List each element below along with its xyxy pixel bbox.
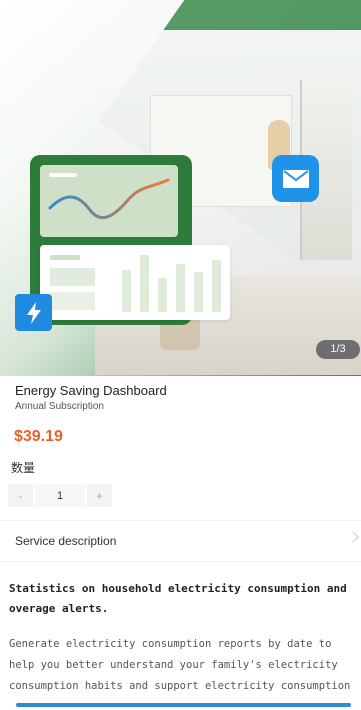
quantity-label: 数量	[11, 461, 36, 475]
card-bar	[212, 260, 221, 312]
service-description-row[interactable]: Service description	[0, 520, 361, 562]
card-bar	[176, 264, 185, 312]
card-block	[50, 292, 95, 310]
card-bar	[194, 272, 203, 312]
quantity-stepper: - 1 +	[8, 484, 112, 507]
card-bar	[158, 278, 167, 312]
bolt-icon	[15, 294, 52, 331]
description-body: Generate electricity consumption reports…	[9, 638, 351, 692]
product-subtitle: Annual Subscription	[15, 401, 104, 412]
card-block	[50, 268, 95, 286]
product-title: Energy Saving Dashboard	[15, 383, 167, 398]
increment-button[interactable]: +	[87, 484, 112, 507]
hero-image[interactable]: 1/3	[0, 0, 361, 376]
product-price: $39.19	[14, 428, 63, 445]
quantity-input[interactable]: 1	[35, 484, 85, 507]
card-header-line	[50, 255, 80, 260]
card-bar	[140, 255, 149, 312]
description-heading: Statistics on household electricity cons…	[9, 582, 347, 615]
card-bar	[122, 270, 131, 312]
mail-icon	[272, 155, 319, 202]
service-description-label: Service description	[15, 534, 117, 548]
chevron-right-icon	[347, 531, 359, 543]
scroll-indicator	[16, 703, 351, 707]
image-page-indicator: 1/3	[316, 340, 360, 359]
decrement-button[interactable]: -	[8, 484, 33, 507]
usage-wave-graphic	[48, 178, 170, 220]
